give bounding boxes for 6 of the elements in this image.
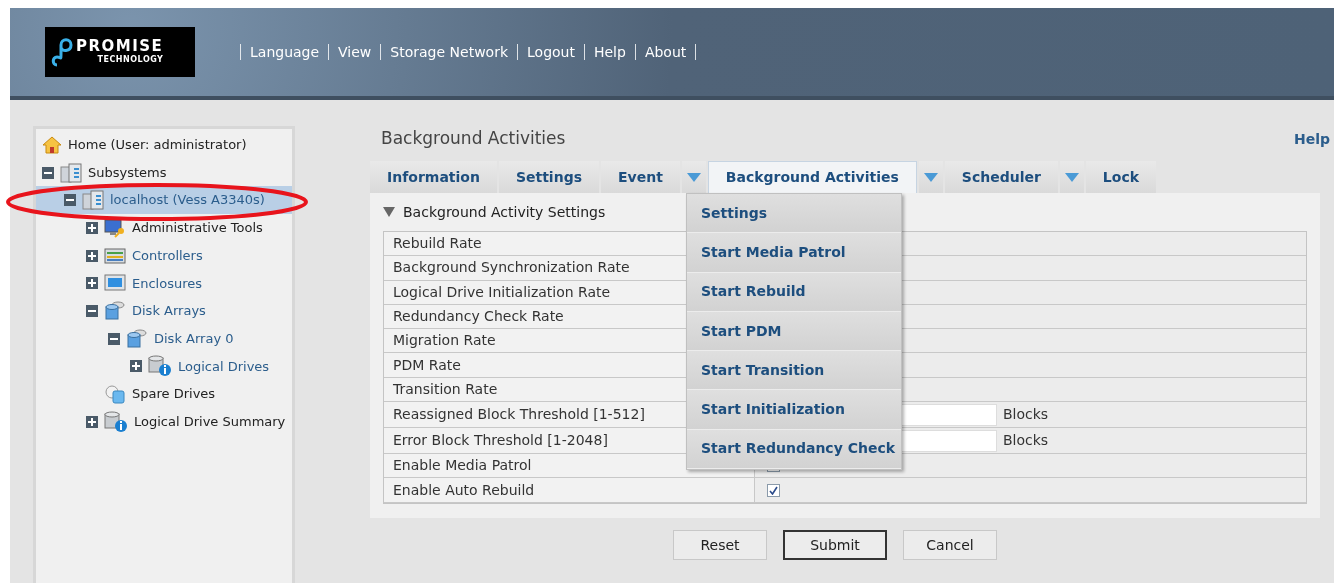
page-title: Background Activities [381, 127, 566, 151]
logo-tagline: TECHNOLOGY [97, 54, 164, 66]
logo-name: PROMISE [76, 38, 164, 54]
unit-label: Blocks [1003, 431, 1049, 451]
section-title: Background Activity Settings [403, 202, 606, 222]
unit-label: Blocks [1003, 405, 1049, 425]
